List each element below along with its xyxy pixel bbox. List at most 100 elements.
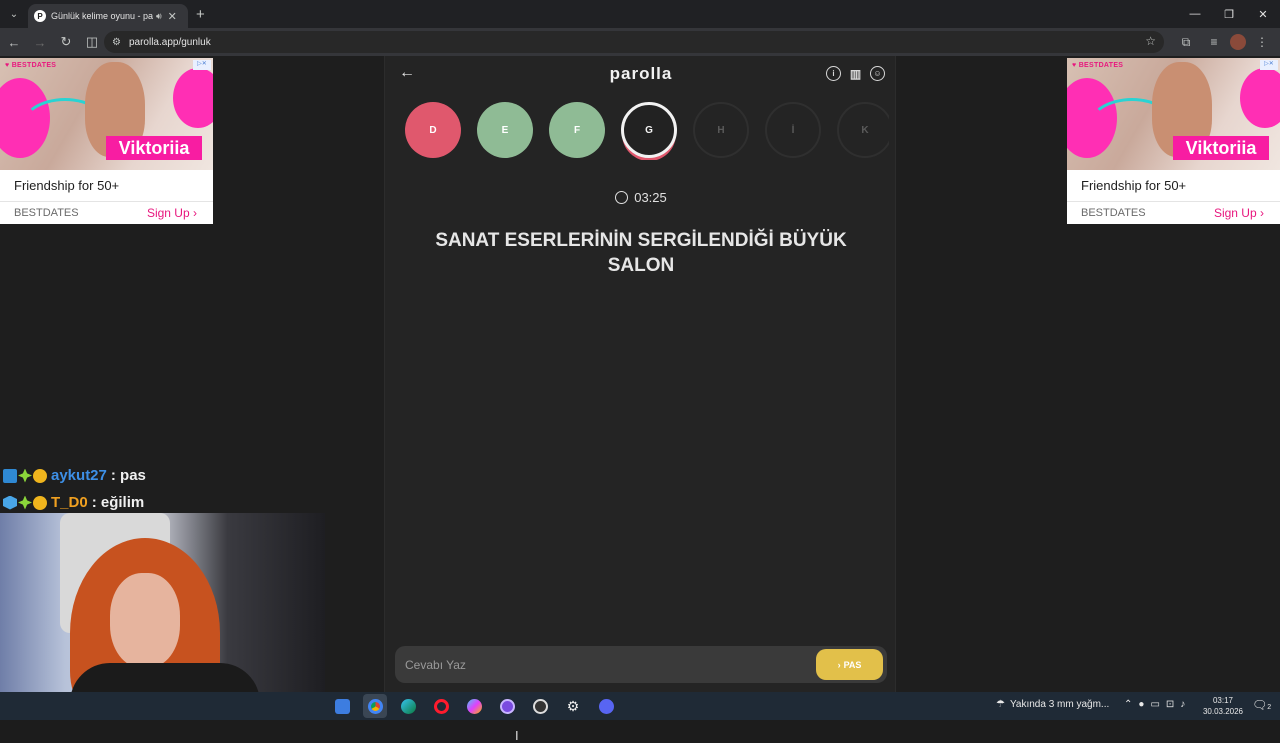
letter-circle-g: G (621, 102, 677, 158)
timer-value: 03:25 (634, 190, 667, 205)
taskbar-apps: ⚙ (330, 694, 618, 718)
letter-circle-h: H (693, 102, 749, 158)
ad-brand: BESTDATES (14, 207, 79, 219)
notification-center-icon[interactable]: 🗨︎2 (1252, 698, 1271, 712)
chat-text: : pas (110, 467, 146, 484)
chat-badge-icon (18, 495, 32, 510)
settings-gear-icon[interactable]: ⚙ (561, 694, 585, 718)
copilot-app-icon[interactable] (462, 694, 486, 718)
ad-brand: BESTDATES (1081, 207, 1146, 219)
chat-badges (3, 495, 47, 510)
tab-list-button[interactable]: ⌄ (4, 4, 24, 24)
game-header: ← parolla i ▥ ☺ (385, 56, 897, 92)
browser-tab[interactable]: P Günlük kelime oyunu - par 🔊︎ ✕ (28, 4, 188, 28)
ad-cta-label: Sign Up (1213, 206, 1257, 220)
mail-app-icon[interactable] (330, 694, 354, 718)
ad-headline: Friendship for 50+ (14, 178, 120, 193)
adchoices-icon[interactable]: ▷✕ (193, 60, 211, 70)
countdown-timer: 03:25 (385, 190, 897, 205)
chevron-right-icon: › (193, 206, 197, 220)
window-controls: — ❐ ✕ (1178, 0, 1280, 28)
question-text: SANAT ESERLERİNİN SERGİLENDİĞİ BÜYÜK SAL… (435, 230, 847, 276)
user-profile-icon[interactable]: ☺ (870, 66, 885, 81)
tab-close-icon[interactable]: ✕ (168, 10, 177, 23)
chat-message: aykut27: pas (0, 462, 230, 489)
ad-divider (1067, 201, 1280, 202)
ad-name-banner: Viktoriia (106, 136, 202, 160)
chat-badge-icon (33, 495, 47, 510)
letter-progress-row: DEFGHİK (405, 100, 889, 160)
extensions-icon[interactable]: ⧉ (1174, 30, 1198, 54)
bookmark-star-icon[interactable]: ☆ (1145, 34, 1156, 48)
letter-circle-f: F (549, 102, 605, 158)
chat-message: T_D0: eğilim (0, 489, 230, 516)
weather-widget[interactable]: ☂ Yakında 3 mm yağm... (996, 699, 1109, 710)
back-arrow-icon[interactable]: ← (2, 30, 26, 54)
chat-badge-icon (33, 468, 47, 483)
opera-app-icon[interactable] (429, 694, 453, 718)
ad-brand-tag: ♥ BESTDATES (1072, 62, 1124, 69)
info-icon[interactable]: i (826, 66, 841, 81)
volume-icon[interactable]: ♪ (1180, 699, 1185, 710)
profile-avatar-icon[interactable] (1230, 34, 1246, 50)
chat-username: T_D0 (51, 494, 88, 511)
chevron-right-icon: › (837, 659, 841, 670)
laptop-icon[interactable]: ▭ (1150, 699, 1159, 710)
webcam-face (110, 573, 180, 668)
clock-time: 03:17 (1212, 696, 1234, 705)
ad-headline: Friendship for 50+ (1081, 178, 1187, 193)
ad-cta-label: Sign Up (146, 206, 190, 220)
pass-button[interactable]: › PAS (816, 649, 883, 680)
weather-text: Yakında 3 mm yağm... (1009, 699, 1110, 710)
answer-input[interactable] (405, 646, 805, 683)
browser-menu-icon[interactable]: ⋮ (1250, 30, 1274, 54)
site-info-icon[interactable]: ⚙ (112, 37, 121, 48)
chat-badge-icon (18, 468, 32, 483)
new-tab-icon[interactable]: + (196, 6, 205, 23)
obs-app-icon[interactable] (495, 694, 519, 718)
url-bar[interactable]: ⚙ parolla.app/gunluk ☆ (104, 31, 1164, 53)
stats-icon[interactable]: ▥ (848, 66, 863, 81)
minimize-icon[interactable]: — (1178, 0, 1212, 28)
clock-date: 30.03.2026 (1202, 707, 1244, 716)
rain-umbrella-icon: ☂ (996, 699, 1005, 710)
speedometer-app-icon[interactable] (528, 694, 552, 718)
right-ad-banner[interactable]: ♥ BESTDATES ▷✕ Viktoriia Friendship for … (1067, 58, 1280, 224)
answer-bar: › PAS (395, 646, 887, 683)
letter-circle-i̇: İ (765, 102, 821, 158)
ad-signup-link[interactable]: Sign Up › (1214, 206, 1264, 220)
chat-text: : eğilim (91, 494, 145, 511)
ad-name-banner: Viktoriia (1173, 136, 1269, 160)
left-ad-banner[interactable]: ♥ BESTDATES ▷✕ Viktoriia Friendship for … (0, 58, 213, 224)
forward-arrow-icon[interactable]: → (28, 30, 52, 54)
microphone-icon[interactable]: ● (1138, 699, 1144, 710)
window-close-icon[interactable]: ✕ (1246, 0, 1280, 28)
url-text: parolla.app/gunluk (128, 36, 211, 48)
chrome-app-icon[interactable] (363, 694, 387, 718)
pass-label: PAS (843, 659, 862, 670)
speaker-icon[interactable]: 🔊︎ (156, 11, 162, 22)
chat-username: aykut27 (51, 467, 107, 484)
edge-app-icon[interactable] (396, 694, 420, 718)
media-control-icon[interactable]: ≡ (1202, 30, 1226, 54)
system-clock[interactable]: 03:17 30.03.2026 (1200, 695, 1246, 717)
restore-icon[interactable]: ❐ (1212, 0, 1246, 28)
letter-circle-d: D (405, 102, 461, 158)
ad-decoration (173, 68, 213, 128)
browser-tab-bar: ⌄ P Günlük kelime oyunu - par 🔊︎ ✕ + — ❐… (0, 0, 1280, 28)
split-view-icon[interactable]: ◫ (80, 30, 104, 54)
chevron-up-icon[interactable]: ⌃ (1124, 699, 1132, 710)
network-icon[interactable]: ⊡ (1166, 699, 1174, 710)
os-taskbar: ⚙ ☂ Yakında 3 mm yağm... ⌃ ● ▭ ⊡ ♪ 03:17… (0, 692, 1280, 720)
chat-badges (3, 468, 47, 483)
adchoices-icon[interactable]: ▷✕ (1260, 60, 1278, 70)
address-bar-row: ← → ↻ ◫ ⚙ parolla.app/gunluk ☆ ⧉ ≡ ⋮ (0, 28, 1280, 56)
clock-icon (615, 191, 629, 204)
letter-circle-k: K (837, 102, 889, 158)
ad-signup-link[interactable]: Sign Up › (147, 206, 197, 220)
chevron-right-icon: › (1260, 206, 1264, 220)
discord-app-icon[interactable] (594, 694, 618, 718)
site-logo: parolla (609, 64, 673, 83)
header-actions: i ▥ ☺ (826, 66, 885, 81)
reload-icon[interactable]: ↻ (54, 30, 78, 54)
